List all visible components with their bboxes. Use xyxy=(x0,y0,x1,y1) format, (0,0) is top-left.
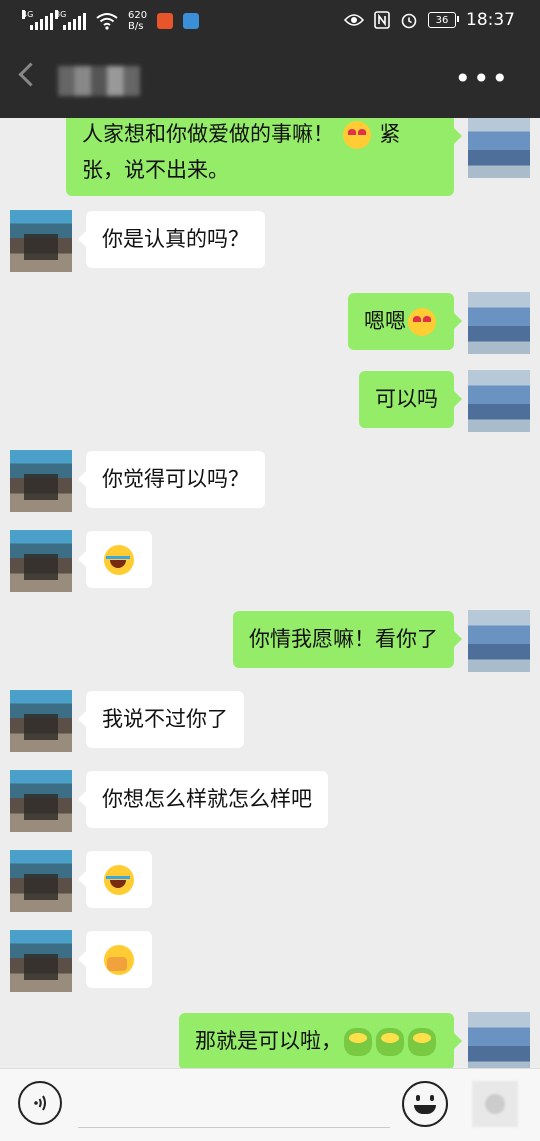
speed-value: 620 xyxy=(128,10,148,21)
message-text: 嗯嗯 xyxy=(364,309,406,333)
heart-eyes-emoji-icon xyxy=(342,121,371,149)
message-input[interactable] xyxy=(78,1079,390,1128)
contact-avatar[interactable] xyxy=(10,210,72,272)
frog-emoji-icon xyxy=(408,1028,436,1056)
message-text: 可以吗 xyxy=(375,387,438,411)
contact-avatar[interactable] xyxy=(10,450,72,512)
signal-icon: 4G xyxy=(22,10,53,30)
message-text: 我说不过你了 xyxy=(102,707,228,731)
chat-header: ••• xyxy=(0,44,540,118)
input-bar xyxy=(0,1068,540,1141)
message-text: 你想怎么样就怎么样吧 xyxy=(102,787,312,811)
network-type-2: 3G xyxy=(55,10,67,19)
battery-level: 36 xyxy=(435,14,449,26)
frog-emoji-icon xyxy=(344,1028,372,1056)
message-bubble-received[interactable]: 你是认真的吗？ xyxy=(78,211,265,268)
message-text: 你是认真的吗？ xyxy=(102,227,249,251)
back-arrow-icon[interactable] xyxy=(18,62,43,87)
message-text: 紧 xyxy=(379,122,401,146)
message-text: 你情我愿嘛！看你了 xyxy=(249,627,438,651)
contact-avatar[interactable] xyxy=(10,770,72,832)
message-bubble-sent[interactable]: 可以吗 xyxy=(359,371,462,428)
my-avatar[interactable] xyxy=(468,1012,530,1068)
heart-eyes-emoji-icon xyxy=(408,308,436,336)
status-bar: 4G 3G 620 B/s 36 18:37 xyxy=(0,0,540,44)
clock: 18:37 xyxy=(466,10,515,30)
my-avatar[interactable] xyxy=(468,370,530,432)
alarm-icon xyxy=(401,13,417,29)
tears-of-joy-emoji-icon xyxy=(104,545,134,575)
contact-avatar[interactable] xyxy=(10,930,72,992)
message-bubble-received[interactable] xyxy=(78,531,152,588)
nfc-icon xyxy=(374,11,390,29)
more-options-icon[interactable]: ••• xyxy=(454,65,510,93)
message-bubble-received[interactable] xyxy=(78,931,152,988)
network-speed: 620 B/s xyxy=(128,10,147,32)
battery-icon: 36 xyxy=(428,12,459,28)
contact-avatar[interactable] xyxy=(10,850,72,912)
voice-input-button[interactable] xyxy=(18,1081,62,1125)
message-bubble-received[interactable]: 我说不过你了 xyxy=(78,691,244,748)
message-text: 你觉得可以吗？ xyxy=(102,467,249,491)
message-row: 人家想和你做爱做的事嘛！ 紧 张，说不出来。 xyxy=(0,118,540,200)
contact-avatar[interactable] xyxy=(10,690,72,752)
network-type: 4G xyxy=(22,10,34,19)
message-bubble-received[interactable] xyxy=(78,851,152,908)
message-bubble-received[interactable]: 你想怎么样就怎么样吧 xyxy=(78,771,328,828)
message-text: 那就是可以啦， xyxy=(195,1029,342,1053)
more-functions-button[interactable] xyxy=(472,1081,518,1127)
emoji-button[interactable] xyxy=(402,1081,448,1127)
message-text: 张，说不出来。 xyxy=(82,158,229,182)
camera-app-icon xyxy=(183,13,200,29)
eye-icon xyxy=(344,14,364,26)
contact-name-pixelated xyxy=(58,66,140,96)
my-avatar[interactable] xyxy=(468,292,530,354)
message-bubble-sent[interactable]: 那就是可以啦， xyxy=(179,1013,462,1068)
message-bubble-sent[interactable]: 嗯嗯 xyxy=(348,293,462,350)
my-avatar[interactable] xyxy=(468,610,530,672)
message-list[interactable]: 人家想和你做爱做的事嘛！ 紧 张，说不出来。 你是认真的吗？ 嗯嗯 可以吗 你觉… xyxy=(0,118,540,1068)
message-bubble-sent[interactable]: 人家想和你做爱做的事嘛！ 紧 张，说不出来。 xyxy=(66,118,462,196)
facepalm-emoji-icon xyxy=(104,945,134,975)
message-bubble-received[interactable]: 你觉得可以吗？ xyxy=(78,451,265,508)
message-bubble-sent[interactable]: 你情我愿嘛！看你了 xyxy=(233,611,462,668)
message-text: 人家想和你做爱做的事嘛！ xyxy=(82,122,334,146)
speed-unit: B/s xyxy=(128,21,144,32)
frog-emoji-icon xyxy=(376,1028,404,1056)
my-avatar[interactable] xyxy=(468,118,530,178)
signal-icon-2: 3G xyxy=(55,10,86,30)
wifi-icon xyxy=(96,13,118,30)
voice-icon xyxy=(34,1095,46,1111)
video-app-icon xyxy=(157,13,174,29)
contact-avatar[interactable] xyxy=(10,530,72,592)
tears-of-joy-emoji-icon xyxy=(104,865,134,895)
